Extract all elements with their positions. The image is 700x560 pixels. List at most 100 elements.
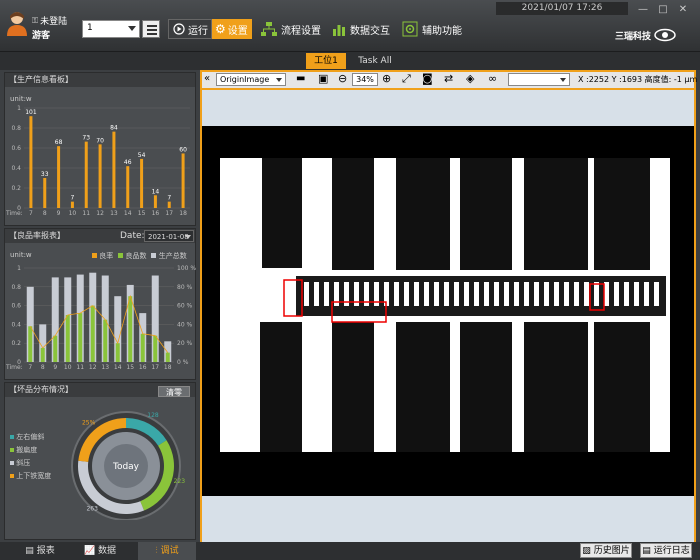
- legend-total: 生产总数: [151, 251, 187, 261]
- image-feature: [494, 282, 499, 306]
- image-feature: [524, 282, 529, 306]
- image-feature: [454, 282, 459, 306]
- cube-icon[interactable]: ◈: [466, 72, 474, 85]
- y-tick-label: 0.4: [11, 165, 21, 172]
- production-bar: [29, 116, 33, 208]
- camera-icon[interactable]: ◙: [422, 72, 433, 85]
- aux-function-button[interactable]: 辅助功能: [402, 19, 464, 39]
- x-tick-label: 8: [41, 364, 45, 371]
- production-bar: [70, 201, 74, 208]
- login-status[interactable]: ⚿ 未登陆: [32, 14, 68, 28]
- production-bar: [181, 153, 185, 208]
- run-log-button[interactable]: ▤ 运行日志: [640, 543, 692, 558]
- image-feature: [314, 282, 319, 306]
- settings-button[interactable]: ⚙ 设置: [212, 19, 252, 39]
- data-label: 101: [25, 109, 37, 116]
- production-bar: [140, 158, 144, 208]
- data-label: 54: [138, 152, 146, 159]
- y-tick-label: 0.8: [11, 125, 21, 132]
- swap-icon[interactable]: ⇄: [444, 72, 453, 85]
- zoom-out-icon[interactable]: ⊖: [338, 72, 347, 85]
- yield-unit: unit:w: [10, 251, 32, 259]
- bar-chart-icon: [333, 25, 345, 36]
- tab-data[interactable]: 📈 数据: [78, 542, 122, 560]
- log-icon: ▤: [642, 546, 651, 556]
- x-axis-label: Time:: [5, 210, 23, 217]
- run-label: 运行: [188, 25, 208, 37]
- image-feature: [514, 282, 519, 306]
- x-tick-label: 7: [29, 210, 33, 217]
- yield-legend: 良率 良品数 生产总数: [92, 251, 187, 261]
- image-feature: [594, 282, 599, 306]
- history-images-button[interactable]: ▨ 历史图片: [580, 543, 632, 558]
- tab-task-all[interactable]: Task All: [350, 53, 400, 69]
- production-bar: [167, 201, 171, 208]
- image-feature: [464, 282, 469, 306]
- maximize-icon[interactable]: □: [654, 4, 672, 16]
- play-icon: [173, 23, 185, 35]
- tab-report[interactable]: ▤ 报表: [18, 542, 62, 560]
- chevron-down-icon: [560, 78, 566, 82]
- report-icon: ▤: [25, 546, 34, 556]
- x-tick-label: 17: [165, 210, 173, 217]
- slice-label: 223: [174, 478, 186, 485]
- image-feature: [444, 282, 449, 306]
- y-tick-label: 0.6: [11, 145, 21, 152]
- collapse-icon[interactable]: «: [204, 73, 210, 84]
- flow-settings-button[interactable]: 流程设置: [260, 19, 322, 39]
- gear-icon: ⚙: [215, 22, 226, 36]
- x-tick-label: 12: [96, 210, 104, 217]
- tab-debug[interactable]: ⫶ 调试: [138, 542, 196, 560]
- minimize-icon[interactable]: —: [634, 4, 652, 16]
- fit-screen-icon[interactable]: ⤢: [402, 72, 411, 86]
- tab-debug-label: 调试: [160, 546, 179, 556]
- x-tick-label: 8: [43, 210, 47, 217]
- eye-logo-icon: [654, 28, 676, 42]
- zoom-field[interactable]: 34%: [352, 73, 378, 86]
- x-tick-label: 15: [126, 364, 134, 371]
- login-status-label: 未登陆: [40, 17, 68, 27]
- image-feature: [324, 282, 329, 306]
- open-folder-icon[interactable]: ▬: [296, 73, 305, 84]
- settings-label: 设置: [227, 25, 248, 37]
- run-button[interactable]: 运行: [168, 19, 212, 39]
- x-axis-label: Time:: [5, 364, 23, 371]
- data-label: 7: [71, 195, 75, 202]
- image-feature: [574, 282, 579, 306]
- data-label: 84: [110, 125, 118, 132]
- close-icon[interactable]: ✕: [674, 4, 692, 16]
- lock-icon: ⚿: [32, 15, 39, 25]
- image-source-select[interactable]: OriginImage: [216, 73, 286, 86]
- y-tick-label: 0.2: [11, 340, 21, 347]
- tab-station1[interactable]: 工位1: [306, 53, 346, 69]
- legend-item: 上下铁宽度: [10, 471, 51, 481]
- clear-button[interactable]: 清零: [158, 386, 190, 397]
- station-select[interactable]: 1: [82, 20, 140, 38]
- legend-item: 斜压: [10, 458, 51, 468]
- x-tick-label: 9: [53, 364, 57, 371]
- y-tick-label: 0.8: [11, 284, 21, 291]
- layer-select[interactable]: [508, 73, 570, 86]
- yield-date-label: Date:: [120, 231, 145, 241]
- image-feature: [504, 282, 509, 306]
- good-bar: [90, 305, 95, 362]
- x-tick-label: 7: [28, 364, 32, 371]
- list-button[interactable]: [142, 20, 160, 38]
- slice-label: 128: [147, 412, 159, 419]
- zoom-in-icon[interactable]: ⊕: [382, 72, 391, 85]
- data-label: 73: [82, 135, 90, 142]
- x-tick-label: 12: [89, 364, 97, 371]
- data-exchange-button[interactable]: 数据交互: [332, 19, 392, 39]
- yield-date-select[interactable]: 2021-01-08: [144, 230, 194, 242]
- image-feature: [404, 282, 409, 306]
- y-tick-label: 0.6: [11, 303, 21, 310]
- image-feature: [554, 282, 559, 306]
- flowchart-icon: [261, 22, 277, 36]
- x-tick-label: 13: [110, 210, 118, 217]
- link-icon[interactable]: ∞: [488, 72, 497, 85]
- user-avatar-icon[interactable]: [6, 10, 28, 36]
- production-bar: [84, 141, 88, 208]
- save-icon[interactable]: ▣: [318, 72, 328, 85]
- good-bar: [165, 352, 170, 362]
- data-label: 68: [55, 139, 63, 146]
